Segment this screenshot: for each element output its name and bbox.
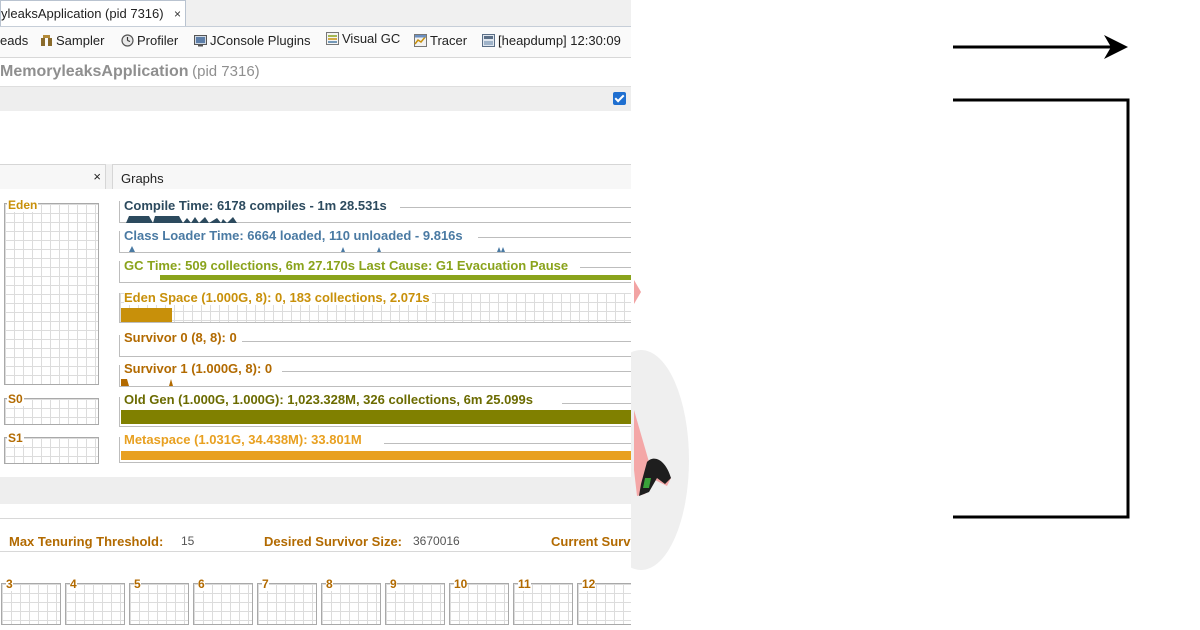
bracket-frame [953, 98, 1130, 519]
survivor1-rule [282, 371, 631, 372]
survivor0-label: Survivor 0 (8, 8): 0 [124, 330, 239, 345]
threads-label: eads [0, 33, 29, 48]
desired-survivor-label: Desired Survivor Size: [264, 534, 402, 549]
age-label: 3 [6, 577, 13, 591]
survivor1-sparkline [121, 379, 173, 386]
age-label: 4 [70, 577, 77, 591]
sampler-icon [41, 35, 52, 46]
current-survivor-label: Current Surv [551, 534, 631, 549]
compile-time-label: Compile Time: 6178 compiles - 1m 28.531s [124, 198, 389, 213]
toolbar-item-sampler[interactable]: Sampler [40, 33, 104, 48]
visual-gc-label: Visual GC [342, 31, 401, 46]
gc-time-fill [160, 275, 631, 280]
s0-label: S0 [7, 392, 24, 406]
spaces-panel-header: × [0, 164, 106, 190]
profiler-icon [121, 34, 134, 47]
jconsole-label: JConsole Plugins [210, 33, 311, 48]
class-loader-sparkline [129, 246, 505, 252]
max-tenuring-value: 15 [181, 534, 195, 548]
close-spaces-panel-icon[interactable]: × [93, 169, 101, 184]
histogram-info-bar: Max Tenuring Threshold: 15 Desired Survi… [0, 518, 631, 552]
decorative-illustration [631, 35, 1130, 570]
profiler-label: Profiler [137, 33, 179, 48]
application-name: MemoryleaksApplication [0, 63, 189, 80]
close-tab-icon[interactable]: × [174, 1, 181, 27]
compile-time-rule [400, 207, 631, 208]
gc-time-label: GC Time: 509 collections, 6m 27.170s Las… [124, 258, 571, 273]
document-tab-title: yleaksApplication (pid 7316) [1, 6, 164, 21]
age-label: 8 [326, 577, 333, 591]
jconsole-icon [194, 35, 207, 47]
age-label: 5 [134, 577, 141, 591]
histogram-top-space [0, 504, 631, 518]
age-label: 12 [582, 577, 596, 591]
s1-label: S1 [7, 431, 24, 445]
eden-label: Eden [7, 198, 39, 212]
toolbar-item-threads[interactable]: eads [0, 33, 28, 48]
age-label: 9 [390, 577, 397, 591]
histogram-separator [0, 477, 631, 504]
toolbar-item-profiler[interactable]: Profiler [121, 33, 178, 48]
tracer-icon [414, 34, 427, 47]
age-label: 11 [518, 577, 531, 591]
survivor0-rule [242, 341, 631, 342]
eden-space-fill [121, 308, 172, 322]
age-label: 7 [262, 577, 269, 591]
gc-time-rule [580, 267, 631, 268]
main-panel: Eden S0 S1 Compile Time: 6178 compiles -… [0, 189, 631, 477]
toolbar-item-tracer[interactable]: Tracer [414, 33, 467, 48]
age-label: 10 [454, 577, 468, 591]
document-tab[interactable]: yleaksApplication (pid 7316) × [0, 0, 186, 26]
old-gen-fill [121, 410, 631, 424]
eden-space-label: Eden Space (1.000G, 8): 0, 183 collectio… [124, 290, 432, 305]
class-loader-rule [478, 237, 631, 238]
visualvm-window: yleaksApplication (pid 7316) × eads Samp… [0, 0, 631, 630]
old-gen-rule [562, 403, 631, 404]
toolbar-item-visual-gc[interactable]: Visual GC [326, 31, 400, 46]
compile-time-sparkline [126, 216, 237, 223]
show-options-checkbox[interactable] [613, 92, 626, 105]
sampler-label: Sampler [56, 33, 105, 48]
toolbar-item-heapdump[interactable]: [heapdump] 12:30:09 [482, 33, 621, 48]
toolbar-item-jconsole[interactable]: JConsole Plugins [194, 33, 310, 48]
application-header: MemoryleaksApplication (pid 7316) [0, 58, 631, 86]
view-toolbar: eads Sampler Profiler JConsole Plugins V… [0, 26, 631, 58]
class-loader-label: Class Loader Time: 6664 loaded, 110 unlo… [124, 228, 465, 243]
metaspace-label: Metaspace (1.031G, 34.438M): 33.801M [124, 432, 364, 447]
graphs-panel-header: Graphs [112, 164, 631, 190]
desired-survivor-value: 3670016 [413, 534, 460, 548]
graphs-panel-title: Graphs [121, 171, 164, 186]
pink-shape [634, 280, 641, 304]
application-pid: (pid 7316) [192, 63, 260, 80]
options-bar [0, 86, 631, 112]
old-gen-label: Old Gen (1.000G, 1.000G): 1,023.328M, 32… [124, 392, 535, 407]
visualgc-icon [326, 32, 339, 45]
metaspace-fill [121, 451, 631, 460]
metaspace-rule [384, 443, 631, 444]
max-tenuring-label: Max Tenuring Threshold: [9, 534, 164, 549]
tracer-label: Tracer [430, 33, 468, 48]
survivor1-label: Survivor 1 (1.000G, 8): 0 [124, 361, 275, 376]
heapdump-icon [482, 34, 495, 47]
eden-space-box [4, 203, 99, 385]
spacer-area [0, 111, 631, 164]
age-label: 6 [198, 577, 205, 591]
heapdump-label: [heapdump] 12:30:09 [498, 33, 621, 48]
